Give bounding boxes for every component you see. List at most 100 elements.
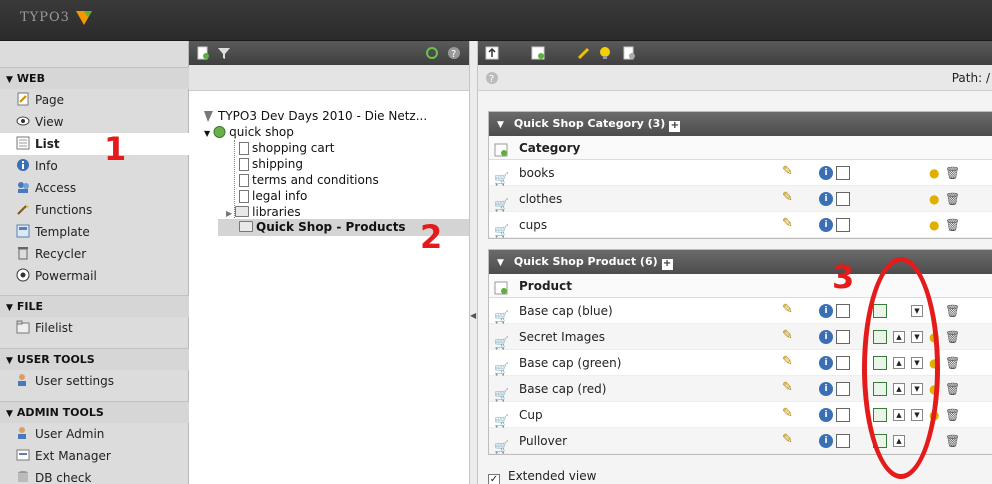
pencil-icon[interactable]: ✎ xyxy=(782,433,796,447)
expand-plus-icon[interactable]: + xyxy=(661,259,673,270)
module-item-ext-manager[interactable]: Ext Manager xyxy=(0,445,189,467)
top-bar: TYPO3 xyxy=(0,0,992,41)
level-up-icon[interactable] xyxy=(485,46,499,60)
module-section-header[interactable]: ▼ FILE xyxy=(0,295,189,317)
new-record-icon[interactable] xyxy=(494,279,508,295)
info-icon[interactable]: i xyxy=(819,218,833,232)
tree-node[interactable]: legal info xyxy=(239,188,307,204)
new-page-icon[interactable] xyxy=(196,46,210,60)
trash-icon[interactable]: 🗑 xyxy=(945,408,960,422)
tree-node-quick-shop[interactable]: ▼ quick shop xyxy=(204,124,294,140)
history-icon[interactable] xyxy=(836,330,850,344)
table-row[interactable]: 🛒 cups ✎ i ● 🗑 xyxy=(489,212,992,238)
trash-icon[interactable]: 🗑 xyxy=(945,434,960,448)
svg-text:?: ? xyxy=(489,74,494,85)
module-item-template[interactable]: Template xyxy=(0,221,189,243)
pencil-icon[interactable]: ✎ xyxy=(782,355,796,369)
page-icon xyxy=(239,158,249,171)
history-icon[interactable] xyxy=(836,434,850,448)
module-item-view[interactable]: View xyxy=(0,111,189,133)
new-record-icon[interactable] xyxy=(494,141,508,157)
info-icon[interactable]: i xyxy=(819,330,833,344)
info-icon[interactable]: i xyxy=(819,382,833,396)
info-icon[interactable]: i xyxy=(819,192,833,206)
new-record-icon[interactable] xyxy=(531,46,545,60)
module-item-info[interactable]: Info xyxy=(0,155,189,177)
help-icon[interactable]: ? xyxy=(447,46,461,60)
module-section-header[interactable]: ▼ WEB xyxy=(0,67,189,89)
typo3-logo-icon xyxy=(76,11,92,25)
module-item-recycler[interactable]: Recycler xyxy=(0,243,189,265)
history-icon[interactable] xyxy=(836,408,850,422)
cart-icon: 🛒 xyxy=(494,336,509,350)
page-settings-icon[interactable] xyxy=(622,46,636,60)
module-item-functions[interactable]: Functions xyxy=(0,199,189,221)
pencil-icon[interactable]: ✎ xyxy=(782,165,796,179)
trash-icon[interactable]: 🗑 xyxy=(945,382,960,396)
table-header[interactable]: ▼ Quick Shop Category (3) + xyxy=(489,112,992,136)
tree-node[interactable]: shopping cart xyxy=(239,140,334,156)
cart-icon: 🛒 xyxy=(494,388,509,402)
pencil-icon[interactable]: ✎ xyxy=(782,329,796,343)
lightbulb-icon[interactable]: ● xyxy=(929,166,943,180)
module-item-db-check[interactable]: DB check xyxy=(0,467,189,484)
trash-icon[interactable]: 🗑 xyxy=(945,218,960,232)
module-section-header[interactable]: ▼ USER TOOLS xyxy=(0,348,189,370)
pencil-icon[interactable]: ✎ xyxy=(782,303,796,317)
pencil-icon[interactable]: ✎ xyxy=(782,381,796,395)
pencil-icon[interactable]: ✎ xyxy=(782,217,796,231)
history-icon[interactable] xyxy=(836,304,850,318)
lightbulb-icon[interactable]: ● xyxy=(929,192,943,206)
history-icon[interactable] xyxy=(836,356,850,370)
history-icon[interactable] xyxy=(836,166,850,180)
history-icon[interactable] xyxy=(836,218,850,232)
filter-icon[interactable] xyxy=(217,46,231,60)
refresh-icon[interactable] xyxy=(425,46,439,60)
table-row[interactable]: 🛒 clothes ✎ i ● 🗑 xyxy=(489,186,992,212)
tree-node[interactable]: terms and conditions xyxy=(239,172,379,188)
content-toolbar xyxy=(478,41,992,65)
cart-icon: 🛒 xyxy=(494,440,509,454)
trash-icon[interactable]: 🗑 xyxy=(945,192,960,206)
ext-manager-icon xyxy=(16,447,30,461)
module-item-access[interactable]: Access xyxy=(0,177,189,199)
extended-view-checkbox[interactable]: ✓ xyxy=(488,474,500,484)
module-item-user-settings[interactable]: User settings xyxy=(0,370,189,392)
tree-node[interactable]: shipping xyxy=(239,156,303,172)
info-icon[interactable]: i xyxy=(819,356,833,370)
lightbulb-icon[interactable] xyxy=(598,46,612,60)
info-icon[interactable]: i xyxy=(819,408,833,422)
history-icon[interactable] xyxy=(836,382,850,396)
panel-splitter[interactable]: ◀ xyxy=(470,41,478,484)
trash-icon[interactable]: 🗑 xyxy=(945,356,960,370)
module-item-user-admin[interactable]: User Admin xyxy=(0,423,189,445)
user-admin-icon xyxy=(16,425,30,439)
page-icon xyxy=(239,174,249,187)
info-icon[interactable]: i xyxy=(819,434,833,448)
module-item-list[interactable]: List xyxy=(0,133,189,155)
module-item-page[interactable]: Page xyxy=(0,89,189,111)
info-icon[interactable]: i xyxy=(819,304,833,318)
cart-icon: 🛒 xyxy=(494,362,509,376)
tree-node-libraries[interactable]: ▶ libraries xyxy=(226,204,301,220)
history-icon[interactable] xyxy=(836,192,850,206)
tree-root[interactable]: TYPO3 Dev Days 2010 - Die Netz... xyxy=(202,108,427,124)
expand-plus-icon[interactable]: + xyxy=(669,121,681,132)
module-section-admin-tools: ▼ ADMIN TOOLS User Admin Ext Manager DB c… xyxy=(0,401,189,484)
lightbulb-icon[interactable]: ● xyxy=(929,218,943,232)
edit-page-icon[interactable] xyxy=(577,46,591,60)
extended-view-toggle[interactable]: ✓ Extended view xyxy=(488,469,596,484)
trash-icon[interactable]: 🗑 xyxy=(945,304,960,318)
help-icon[interactable]: ? xyxy=(485,71,499,85)
module-section-header[interactable]: ▼ ADMIN TOOLS xyxy=(0,401,189,423)
pencil-icon[interactable]: ✎ xyxy=(782,407,796,421)
info-icon[interactable]: i xyxy=(819,166,833,180)
trash-icon[interactable]: 🗑 xyxy=(945,330,960,344)
table-row[interactable]: 🛒 books ✎ i ● 🗑 xyxy=(489,160,992,186)
tree-toolbar: ? xyxy=(189,41,469,65)
trash-icon[interactable]: 🗑 xyxy=(945,166,960,180)
powermail-icon xyxy=(16,267,30,282)
pencil-icon[interactable]: ✎ xyxy=(782,191,796,205)
module-item-filelist[interactable]: Filelist xyxy=(0,317,189,339)
module-item-powermail[interactable]: Powermail xyxy=(0,265,189,287)
